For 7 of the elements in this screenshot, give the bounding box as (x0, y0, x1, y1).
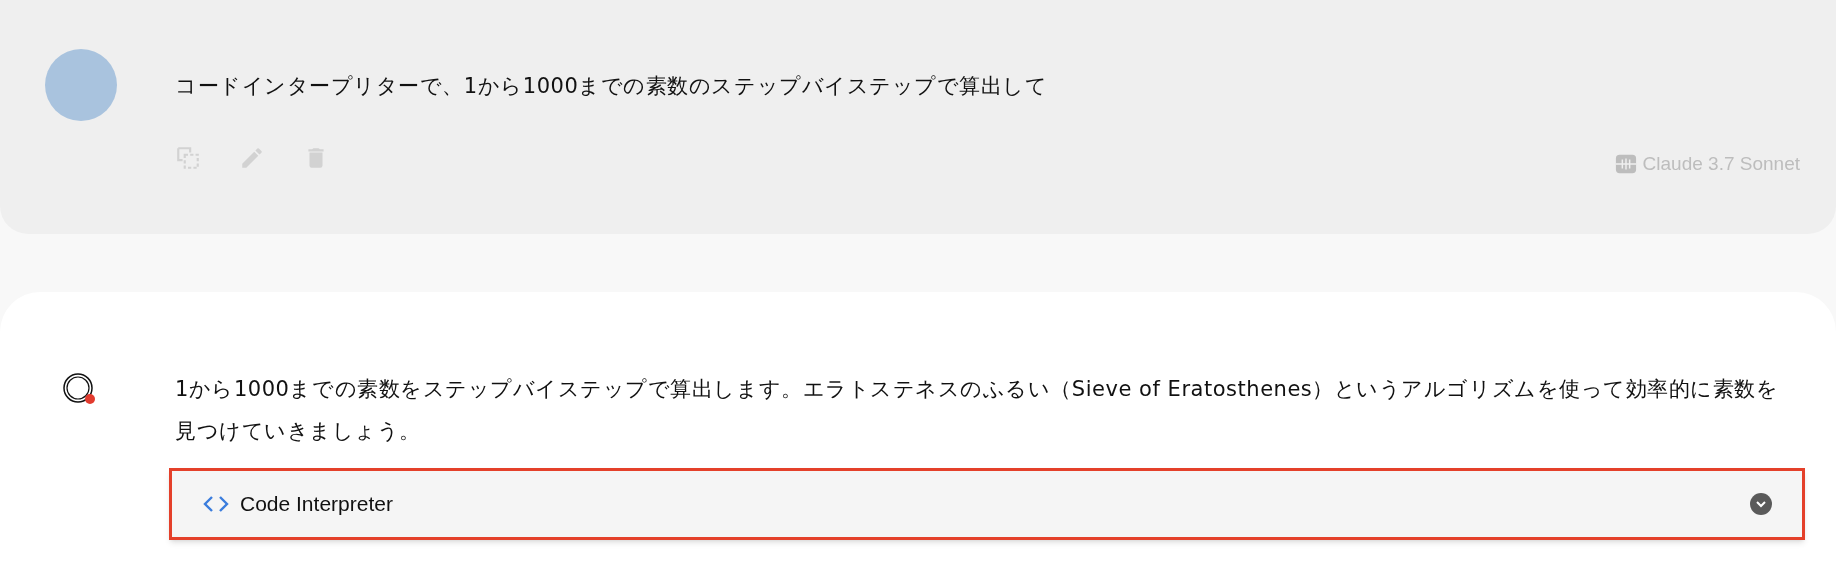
chevron-icon (1750, 493, 1772, 515)
model-icon (1614, 153, 1637, 176)
code-interpreter-panel[interactable]: Code Interpreter (169, 468, 1805, 540)
code-icon (202, 494, 230, 514)
assistant-message-text: 1から1000までの素数をステップバイステップで算出します。エラトステネスのふるい（Sieve of Eratosthenes）というアルゴリズムを使って効率的に素数を見つけていきましょう。 (175, 376, 1780, 445)
copy-icon[interactable] (175, 144, 201, 171)
user-message-text: コードインタープリターで、1から1000までの素数のステップバイステップで算出して (175, 73, 1049, 100)
